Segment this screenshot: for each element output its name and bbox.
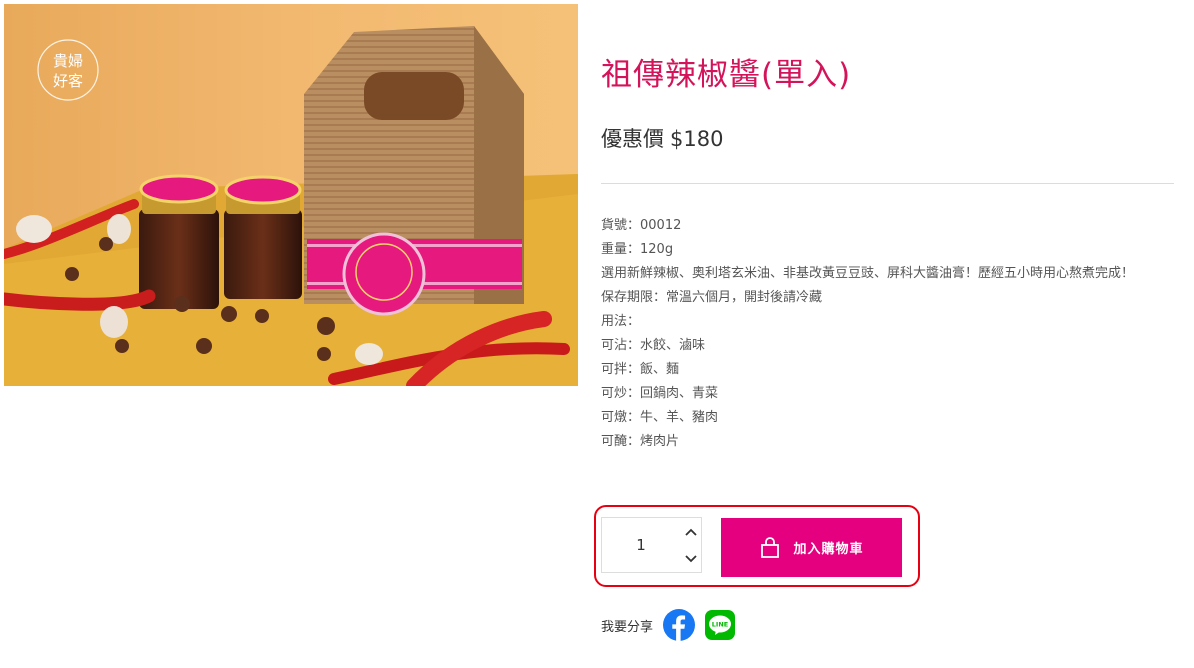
facebook-share-button[interactable] bbox=[663, 609, 696, 641]
divider bbox=[601, 183, 1174, 184]
share-label: 我要分享 bbox=[601, 619, 654, 635]
detail-line: 保存期限：常溫六個月，開封後請冷藏 bbox=[601, 290, 823, 305]
chevron-up-icon bbox=[685, 528, 697, 536]
svg-text:貴婦: 貴婦 bbox=[53, 52, 83, 70]
detail-line: 貨號：00012 bbox=[601, 218, 682, 233]
line-share-button[interactable]: LINE bbox=[704, 609, 736, 641]
add-to-cart-label: 加入購物車 bbox=[793, 542, 864, 557]
detail-line: 可醃：烤肉片 bbox=[601, 434, 680, 449]
quantity-input[interactable] bbox=[602, 518, 680, 572]
detail-line: 用法： bbox=[601, 314, 641, 329]
product-price: 優惠價 $180 bbox=[601, 123, 723, 153]
price-value: $180 bbox=[670, 127, 724, 151]
add-to-cart-button[interactable]: 加入購物車 bbox=[721, 518, 902, 577]
quantity-stepper bbox=[601, 517, 702, 573]
line-icon-text: LINE bbox=[712, 621, 728, 629]
detail-line: 可拌：飯、麵 bbox=[601, 362, 680, 377]
product-description: 貨號：00012 重量：120g 選用新鮮辣椒、奧利塔玄米油、非基改黃豆豆豉、屏… bbox=[601, 214, 1173, 454]
product-image: 貴婦 好客 bbox=[4, 4, 578, 386]
price-label: 優惠價 bbox=[601, 127, 664, 151]
detail-line: 可沾：水餃、滷味 bbox=[601, 338, 706, 353]
detail-line: 選用新鮮辣椒、奧利塔玄米油、非基改黃豆豆豉、屏科大醬油膏！歷經五小時用心熬煮完成… bbox=[601, 266, 1135, 281]
chevron-down-icon bbox=[685, 554, 697, 562]
quantity-increase-button[interactable] bbox=[681, 518, 701, 545]
detail-line: 重量：120g bbox=[601, 242, 674, 257]
shopping-bag-icon bbox=[761, 536, 780, 558]
svg-text:好客: 好客 bbox=[53, 72, 83, 90]
quantity-decrease-button[interactable] bbox=[681, 545, 701, 572]
share-bar: 我要分享 LINE bbox=[601, 608, 745, 642]
line-icon: LINE bbox=[705, 610, 736, 640]
product-title: 祖傳辣椒醬(單入) bbox=[601, 57, 852, 93]
detail-line: 可炒：回鍋肉、青菜 bbox=[601, 386, 719, 401]
detail-line: 可燉：牛、羊、豬肉 bbox=[601, 410, 719, 425]
facebook-icon bbox=[663, 609, 696, 641]
